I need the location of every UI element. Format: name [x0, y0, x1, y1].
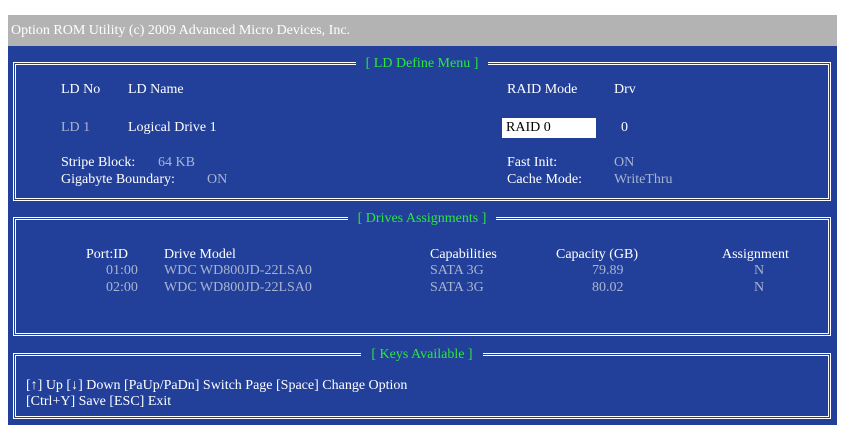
- drv-value: 0: [621, 120, 628, 135]
- capabilities-cell: SATA 3G: [430, 263, 484, 278]
- drive-model-cell: WDC WD800JD-22LSA0: [164, 263, 312, 278]
- stripe-block-value[interactable]: 64 KB: [158, 155, 195, 171]
- title-bar: Option ROM Utility (c) 2009 Advanced Mic…: [8, 15, 837, 46]
- ld-no-value: LD 1: [61, 120, 91, 135]
- port-id-header: Port:ID: [86, 247, 128, 262]
- drives-heading: [ Drives Assignments ]: [347, 211, 497, 226]
- gigabyte-boundary-value[interactable]: ON: [207, 172, 227, 188]
- fast-init-value[interactable]: ON: [614, 155, 634, 171]
- ld-define-panel: [ LD Define Menu ] LD No LD Name RAID Mo…: [13, 56, 831, 201]
- raid-mode-select[interactable]: RAID 0: [502, 118, 596, 138]
- keys-heading: [ Keys Available ]: [361, 347, 483, 362]
- cache-mode-value[interactable]: WriteThru: [614, 172, 673, 188]
- drive-model-cell: WDC WD800JD-22LSA0: [164, 280, 312, 295]
- bios-screen: Option ROM Utility (c) 2009 Advanced Mic…: [8, 15, 837, 425]
- drv-header: Drv: [614, 82, 636, 97]
- ld-name-field[interactable]: Logical Drive 1: [128, 120, 217, 136]
- drive-model-header: Drive Model: [164, 247, 236, 262]
- port-id-cell: 01:00: [106, 263, 138, 278]
- fast-init-label: Fast Init:: [507, 155, 558, 170]
- assignment-cell: N: [754, 280, 765, 295]
- cache-mode-label: Cache Mode:: [507, 172, 583, 187]
- capacity-cell: 79.89: [592, 263, 624, 278]
- ld-name-header: LD Name: [128, 82, 184, 97]
- keys-help-line-2: [Ctrl+Y] Save [ESC] Exit: [26, 394, 172, 409]
- assignment-cell: N: [754, 263, 765, 278]
- ld-define-heading: [ LD Define Menu ]: [355, 56, 489, 71]
- capacity-cell: 80.02: [592, 280, 624, 295]
- ld-no-header: LD No: [61, 82, 101, 97]
- assignment-header: Assignment: [722, 247, 789, 262]
- capabilities-cell: SATA 3G: [430, 280, 484, 295]
- stripe-block-label: Stripe Block:: [61, 155, 136, 170]
- keys-available-panel: [ Keys Available ] [↑] Up [↓] Down [PaUp…: [13, 347, 831, 419]
- capacity-header: Capacity (GB): [556, 247, 639, 262]
- capabilities-header: Capabilities: [430, 247, 497, 262]
- port-id-cell: 02:00: [106, 280, 138, 295]
- gigabyte-boundary-label: Gigabyte Boundary:: [61, 172, 175, 187]
- drives-assignments-panel: [ Drives Assignments ] Port:ID Drive Mod…: [13, 211, 831, 336]
- raid-mode-header: RAID Mode: [507, 82, 578, 97]
- keys-help-line-1: [↑] Up [↓] Down [PaUp/PaDn] Switch Page …: [26, 378, 408, 393]
